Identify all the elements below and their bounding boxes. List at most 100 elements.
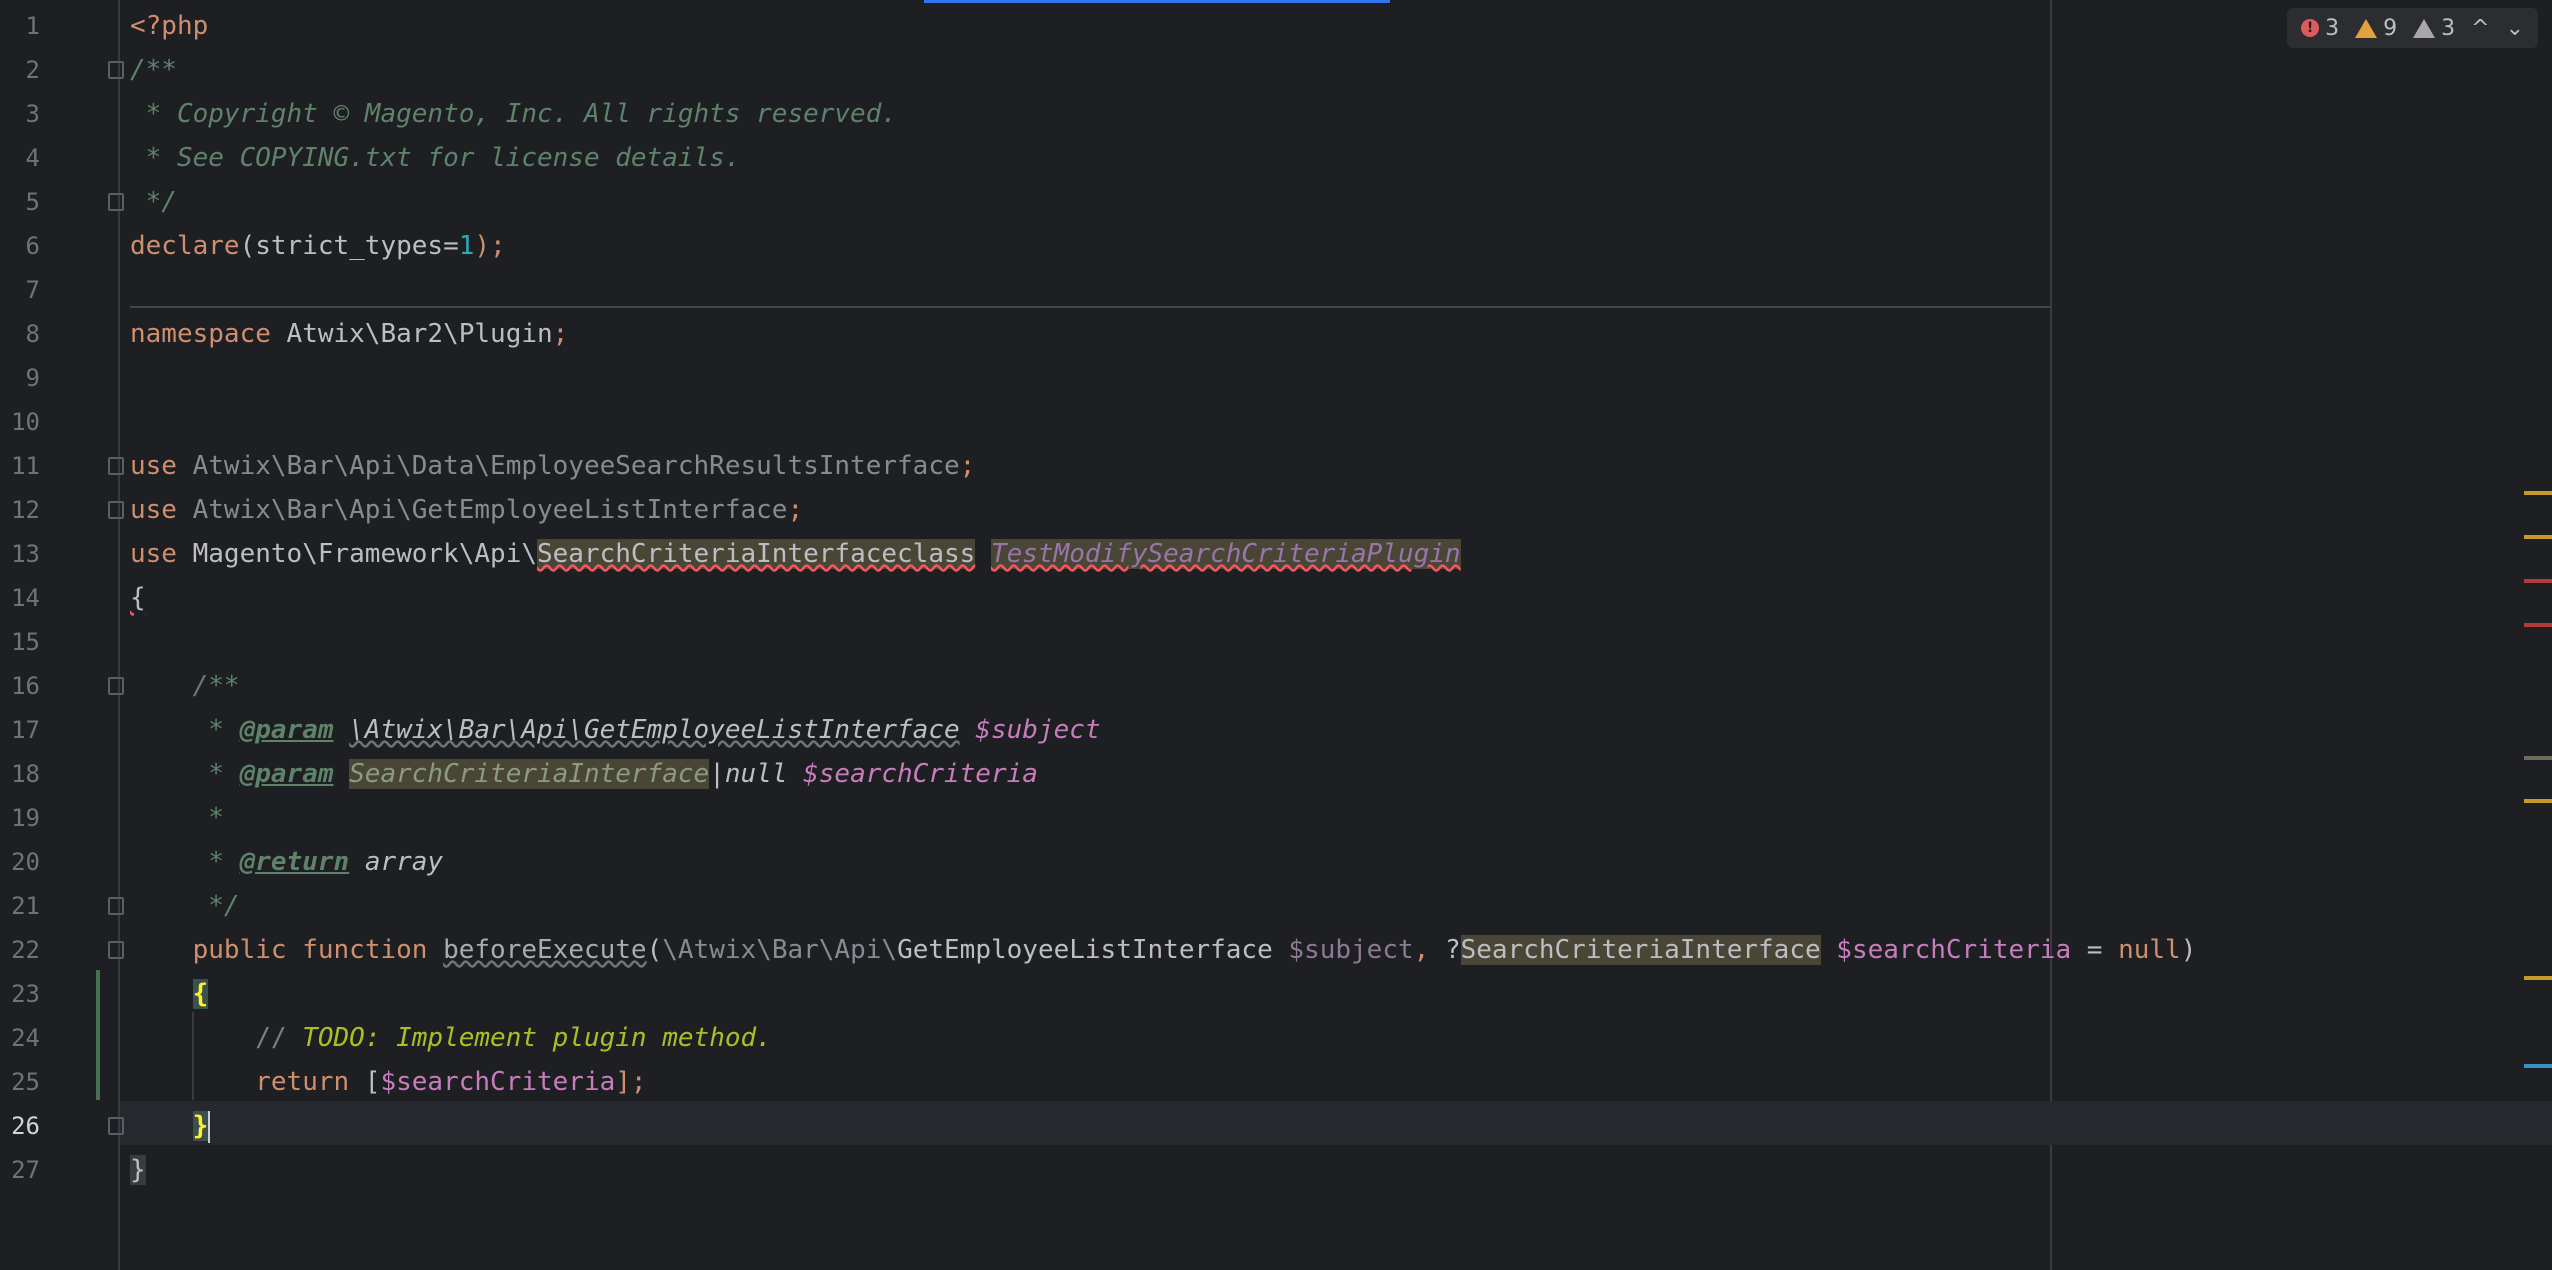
code-line-3[interactable]: 3 * Copyright © Magento, Inc. All rights… — [0, 92, 2552, 136]
line-number: 3 — [25, 100, 40, 128]
highlighted-identifier[interactable]: SearchCriteriaInterfaceclass — [537, 539, 976, 569]
keyword: use — [130, 451, 177, 481]
warning-icon — [2355, 18, 2378, 38]
line-number: 21 — [11, 892, 40, 920]
warning-count[interactable]: 9 — [2355, 16, 2397, 41]
next-problem-icon[interactable]: ⌄ — [2506, 16, 2524, 41]
class-name[interactable]: GetEmployeeListInterface — [897, 935, 1273, 965]
code-line-12[interactable]: 12 use Atwix\Bar\Api\GetEmployeeListInte… — [0, 488, 2552, 532]
code-editor[interactable]: 1 <?php 2 /** 3 * Copyright © Magento, I… — [0, 0, 2552, 1270]
doc-type: |null — [709, 759, 804, 789]
class-name[interactable]: TestModifySearchCriteriaPlugin — [990, 539, 1461, 569]
weak-warning-stripe-marker[interactable] — [2524, 756, 2552, 760]
keyword: null — [2118, 935, 2181, 965]
function-name[interactable]: beforeExecute — [443, 935, 647, 965]
code-line-21[interactable]: 21 */ — [0, 884, 2552, 928]
code-text: } — [130, 1104, 211, 1148]
fold-icon[interactable] — [108, 897, 124, 915]
parameter: $subject — [1288, 935, 1414, 965]
fold-icon[interactable] — [108, 941, 124, 959]
code-text: namespace Atwix\Bar2\Plugin; — [130, 312, 568, 356]
warning-stripe-marker[interactable] — [2524, 976, 2552, 980]
code-line-15[interactable]: 15 — [0, 620, 2552, 664]
code-line-18[interactable]: 18 * @param SearchCriteriaInterface|null… — [0, 752, 2552, 796]
fold-icon[interactable] — [108, 501, 124, 519]
code-token: ? — [1444, 935, 1461, 965]
keyword: use — [130, 495, 177, 525]
code-line-27[interactable]: 27 } — [0, 1148, 2552, 1192]
code-line-13[interactable]: 13 use Magento\Framework\Api\SearchCrite… — [0, 532, 2552, 576]
code-line-6[interactable]: 6 declare(strict_types=1); — [0, 224, 2552, 268]
warning-stripe-marker[interactable] — [2524, 535, 2552, 539]
code-line-5[interactable]: 5 */ — [0, 180, 2552, 224]
code-line-14[interactable]: 14 { — [0, 576, 2552, 620]
previous-problem-icon[interactable]: ^ — [2471, 16, 2489, 41]
code-text: declare(strict_types=1); — [130, 224, 506, 268]
namespace-name: \Atwix\Bar\Api\ — [662, 935, 898, 965]
doc-type[interactable]: \Atwix\Bar\Api\GetEmployeeListInterface — [349, 715, 959, 745]
code-text: return [$searchCriteria]; — [130, 1060, 646, 1104]
code-line-1[interactable]: 1 <?php — [0, 4, 2552, 48]
highlighted-type[interactable]: SearchCriteriaInterface — [349, 759, 710, 789]
code-text: * @param SearchCriteriaInterface|null $s… — [130, 752, 1038, 796]
code-line-2[interactable]: 2 /** — [0, 48, 2552, 92]
code-token: [ — [349, 1067, 381, 1097]
code-token: ( — [646, 935, 663, 965]
code-line-17[interactable]: 17 * @param \Atwix\Bar\Api\GetEmployeeLi… — [0, 708, 2552, 752]
code-line-23[interactable]: 23 { — [0, 972, 2552, 1016]
php-open-tag: <?php — [130, 11, 209, 41]
code-line-19[interactable]: 19 * — [0, 796, 2552, 840]
code-line-8[interactable]: 8 namespace Atwix\Bar2\Plugin; — [0, 312, 2552, 356]
code-line-22[interactable]: 22 public function beforeExecute(\Atwix\… — [0, 928, 2552, 972]
code-line-11[interactable]: 11 use Atwix\Bar\Api\Data\EmployeeSearch… — [0, 444, 2552, 488]
code-line-7[interactable]: 7 — [0, 268, 2552, 312]
code-text: // TODO: Implement plugin method. — [130, 1016, 772, 1060]
doc-type: array — [364, 847, 444, 877]
error-stripe-marker[interactable] — [2524, 623, 2552, 627]
fold-icon[interactable] — [108, 61, 124, 79]
line-number: 12 — [11, 496, 40, 524]
warning-stripe-marker[interactable] — [2524, 491, 2552, 495]
line-number: 18 — [11, 760, 40, 788]
warning-stripe-marker[interactable] — [2524, 799, 2552, 803]
comment-slashes: // — [255, 1023, 303, 1053]
fold-icon[interactable] — [108, 677, 124, 695]
code-text: { — [130, 972, 209, 1016]
keyword: return — [255, 1067, 350, 1097]
code-line-10[interactable]: 10 — [0, 400, 2552, 444]
matched-brace: { — [192, 979, 209, 1009]
code-line-24[interactable]: 24 // TODO: Implement plugin method. — [0, 1016, 2552, 1060]
code-line-20[interactable]: 20 * @return array — [0, 840, 2552, 884]
doc-comment: * See COPYING.txt for license details. — [130, 143, 741, 173]
weak-warning-count[interactable]: 3 — [2413, 16, 2455, 41]
code-text: /** — [130, 664, 240, 708]
line-number: 11 — [11, 452, 40, 480]
doc-comment: * — [130, 715, 240, 745]
todo-comment: TODO: Implement plugin method. — [302, 1023, 772, 1053]
line-number: 13 — [11, 540, 40, 568]
code-line-16[interactable]: 16 /** — [0, 664, 2552, 708]
code-text: * @param \Atwix\Bar\Api\GetEmployeeListI… — [130, 708, 1100, 752]
code-line-25[interactable]: 25 return [$searchCriteria]; — [0, 1060, 2552, 1104]
namespace-name: Atwix\Bar2\Plugin — [270, 319, 553, 349]
fold-icon[interactable] — [108, 193, 124, 211]
code-line-4[interactable]: 4 * See COPYING.txt for license details. — [0, 136, 2552, 180]
error-count[interactable]: ! 3 — [2301, 16, 2339, 41]
unused-import: Atwix\Bar\Api\GetEmployeeListInterface — [176, 495, 788, 525]
line-number: 4 — [25, 144, 40, 172]
error-stripe-marker[interactable] — [2524, 579, 2552, 583]
line-number: 9 — [25, 364, 40, 392]
todo-stripe-marker[interactable] — [2524, 1064, 2552, 1068]
line-number: 2 — [25, 56, 40, 84]
code-token: , — [1413, 935, 1445, 965]
code-line-26[interactable]: 26 } — [0, 1104, 2552, 1148]
inspection-widget[interactable]: ! 3 9 3 ^ ⌄ — [2287, 8, 2538, 48]
highlighted-type[interactable]: SearchCriteriaInterface — [1460, 935, 1821, 965]
line-number: 16 — [11, 672, 40, 700]
fold-icon[interactable] — [108, 1117, 124, 1135]
code-line-9[interactable]: 9 — [0, 356, 2552, 400]
fold-icon[interactable] — [108, 457, 124, 475]
